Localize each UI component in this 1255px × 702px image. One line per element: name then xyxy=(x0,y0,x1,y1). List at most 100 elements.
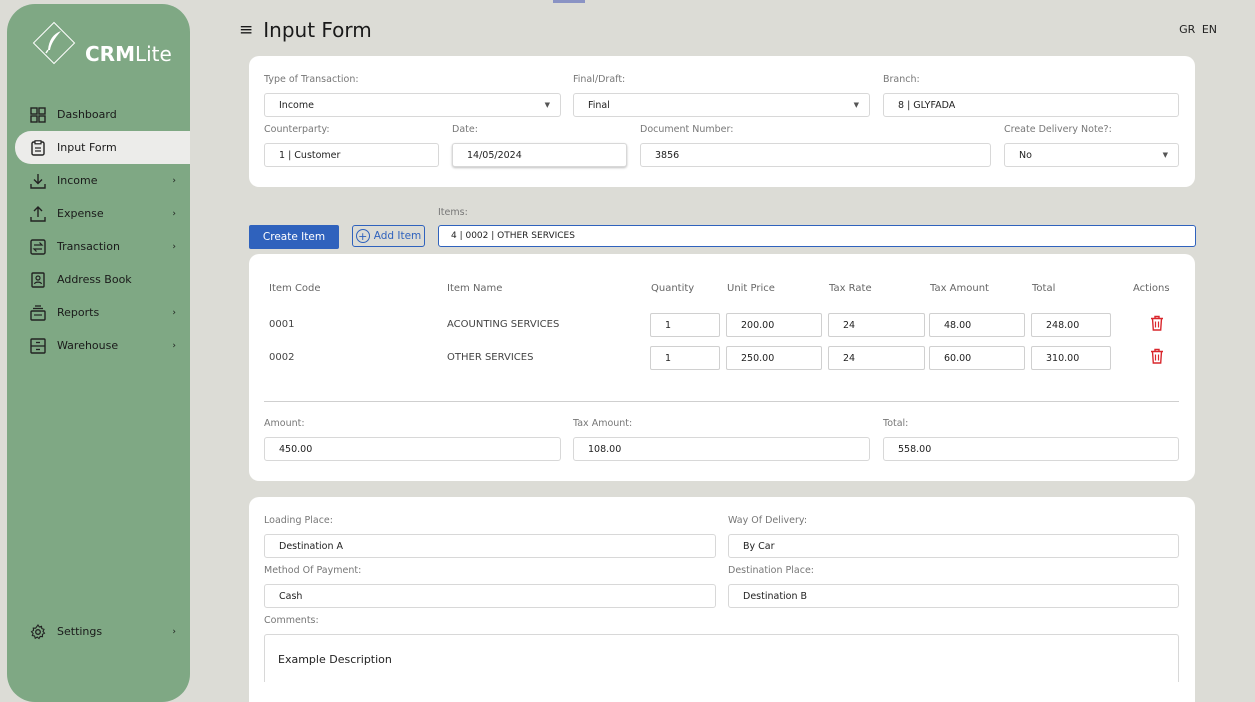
dashboard-icon xyxy=(29,106,47,124)
transaction-card xyxy=(249,56,1195,187)
plus-circle-icon: + xyxy=(355,229,370,243)
row2-rate-input[interactable]: 24 xyxy=(828,346,925,370)
date-value: 14/05/2024 xyxy=(467,149,522,161)
create-item-button[interactable]: Create Item xyxy=(249,225,339,249)
row2-tax-input[interactable]: 60.00 xyxy=(929,346,1025,370)
row1-name: ACOUNTING SERVICES xyxy=(447,319,560,330)
delivery-note-label: Create Delivery Note?: xyxy=(1004,124,1112,135)
amount-field[interactable]: 450.00 xyxy=(264,437,561,461)
branch-value: 8 | GLYFADA xyxy=(898,99,956,111)
add-item-button[interactable]: + Add Item xyxy=(352,225,425,247)
chevron-right-icon: › xyxy=(172,307,176,318)
row1-rate-input[interactable]: 24 xyxy=(828,313,925,337)
row2-price-input[interactable]: 250.00 xyxy=(726,346,822,370)
page-header: ≡ Input Form xyxy=(239,18,372,42)
row1-price-input[interactable]: 200.00 xyxy=(726,313,822,337)
chevron-right-icon: › xyxy=(172,175,176,186)
sidebar-item-label: Transaction xyxy=(57,240,120,253)
way-of-delivery-field[interactable]: By Car xyxy=(728,534,1179,558)
row1-tax-input[interactable]: 48.00 xyxy=(929,313,1025,337)
branch-label: Branch: xyxy=(883,74,920,85)
amount-label: Amount: xyxy=(264,418,305,429)
row2-code: 0002 xyxy=(269,352,295,363)
chevron-right-icon: › xyxy=(172,208,176,219)
sidebar-item-label: Settings xyxy=(57,625,103,638)
th-quantity: Quantity xyxy=(651,283,695,294)
trash-icon[interactable] xyxy=(1150,315,1164,331)
final-select[interactable]: Final ▼ xyxy=(573,93,870,117)
row1-total-input[interactable]: 248.00 xyxy=(1031,313,1111,337)
sidebar-item-warehouse[interactable]: Warehouse › xyxy=(7,329,190,362)
sidebar-item-transaction[interactable]: Transaction › xyxy=(7,230,190,263)
items-input[interactable]: 4 | 0002 | OTHER SERVICES xyxy=(438,225,1196,247)
loading-place-label: Loading Place: xyxy=(264,515,333,526)
th-tax-amount: Tax Amount xyxy=(930,283,989,294)
comments-label: Comments: xyxy=(264,615,319,626)
docnum-field[interactable]: 3856 xyxy=(640,143,991,167)
counterparty-field[interactable]: 1 | Customer xyxy=(264,143,439,167)
chevron-right-icon: › xyxy=(172,241,176,252)
sidebar-item-label: Warehouse xyxy=(57,339,119,352)
sidebar-item-label: Reports xyxy=(57,306,100,319)
caret-down-icon: ▼ xyxy=(853,101,859,109)
sidebar: CRMLite Dashboard Input Form Income › Ex… xyxy=(7,4,190,702)
address-book-icon xyxy=(29,271,47,289)
payment-method-label: Method Of Payment: xyxy=(264,565,362,576)
transfer-icon xyxy=(29,238,47,256)
page-title: Input Form xyxy=(263,18,372,42)
tax-amount-label: Tax Amount: xyxy=(573,418,633,429)
comments-textarea[interactable]: Example Description xyxy=(264,634,1179,682)
branch-field[interactable]: 8 | GLYFADA xyxy=(883,93,1179,117)
counterparty-label: Counterparty: xyxy=(264,124,330,135)
chevron-right-icon: › xyxy=(172,340,176,351)
way-of-delivery-label: Way Of Delivery: xyxy=(728,515,808,526)
sidebar-item-dashboard[interactable]: Dashboard xyxy=(7,98,190,131)
row2-qty-input[interactable]: 1 xyxy=(650,346,720,370)
loading-place-field[interactable]: Destination A xyxy=(264,534,716,558)
final-label: Final/Draft: xyxy=(573,74,626,85)
sidebar-item-income[interactable]: Income › xyxy=(7,164,190,197)
items-value: 4 | 0002 | OTHER SERVICES xyxy=(451,231,575,241)
sidebar-item-label: Expense xyxy=(57,207,104,220)
row2-total-input[interactable]: 310.00 xyxy=(1031,346,1111,370)
lang-gr-link[interactable]: GR xyxy=(1179,23,1195,36)
lang-en-link[interactable]: EN xyxy=(1202,23,1217,36)
items-label: Items: xyxy=(438,207,468,218)
total-field[interactable]: 558.00 xyxy=(883,437,1179,461)
caret-down-icon: ▼ xyxy=(544,101,550,109)
type-value: Income xyxy=(279,99,314,111)
upload-icon xyxy=(29,205,47,223)
sidebar-item-reports[interactable]: Reports › xyxy=(7,296,190,329)
row1-qty-input[interactable]: 1 xyxy=(650,313,720,337)
trash-icon[interactable] xyxy=(1150,348,1164,364)
top-accent-line xyxy=(553,0,585,3)
sidebar-item-label: Income xyxy=(57,174,98,187)
divider xyxy=(264,401,1179,402)
payment-method-field[interactable]: Cash xyxy=(264,584,716,608)
tax-amount-field[interactable]: 108.00 xyxy=(573,437,870,461)
download-icon xyxy=(29,172,47,190)
sidebar-item-expense[interactable]: Expense › xyxy=(7,197,190,230)
counterparty-value: 1 | Customer xyxy=(279,149,341,161)
clipboard-icon xyxy=(29,139,47,157)
type-select[interactable]: Income ▼ xyxy=(264,93,561,117)
logo: CRMLite xyxy=(32,21,173,74)
th-unit-price: Unit Price xyxy=(727,283,775,294)
sidebar-item-label: Input Form xyxy=(57,141,117,154)
date-field[interactable]: 14/05/2024 xyxy=(452,143,627,167)
add-item-label: Add Item xyxy=(373,230,422,242)
th-tax-rate: Tax Rate xyxy=(829,283,872,294)
th-actions: Actions xyxy=(1133,283,1170,294)
sidebar-item-address-book[interactable]: Address Book xyxy=(7,263,190,296)
delivery-note-value: No xyxy=(1019,149,1032,161)
th-item-name: Item Name xyxy=(447,283,503,294)
hamburger-menu-icon[interactable]: ≡ xyxy=(239,20,253,40)
delivery-note-select[interactable]: No ▼ xyxy=(1004,143,1179,167)
language-switcher: GR EN xyxy=(1176,23,1217,36)
chevron-right-icon: › xyxy=(172,626,176,637)
destination-place-field[interactable]: Destination B xyxy=(728,584,1179,608)
final-value: Final xyxy=(588,99,610,111)
sidebar-item-input-form[interactable]: Input Form xyxy=(15,131,190,164)
docnum-value: 3856 xyxy=(655,149,680,161)
sidebar-item-settings[interactable]: Settings › xyxy=(7,615,190,648)
